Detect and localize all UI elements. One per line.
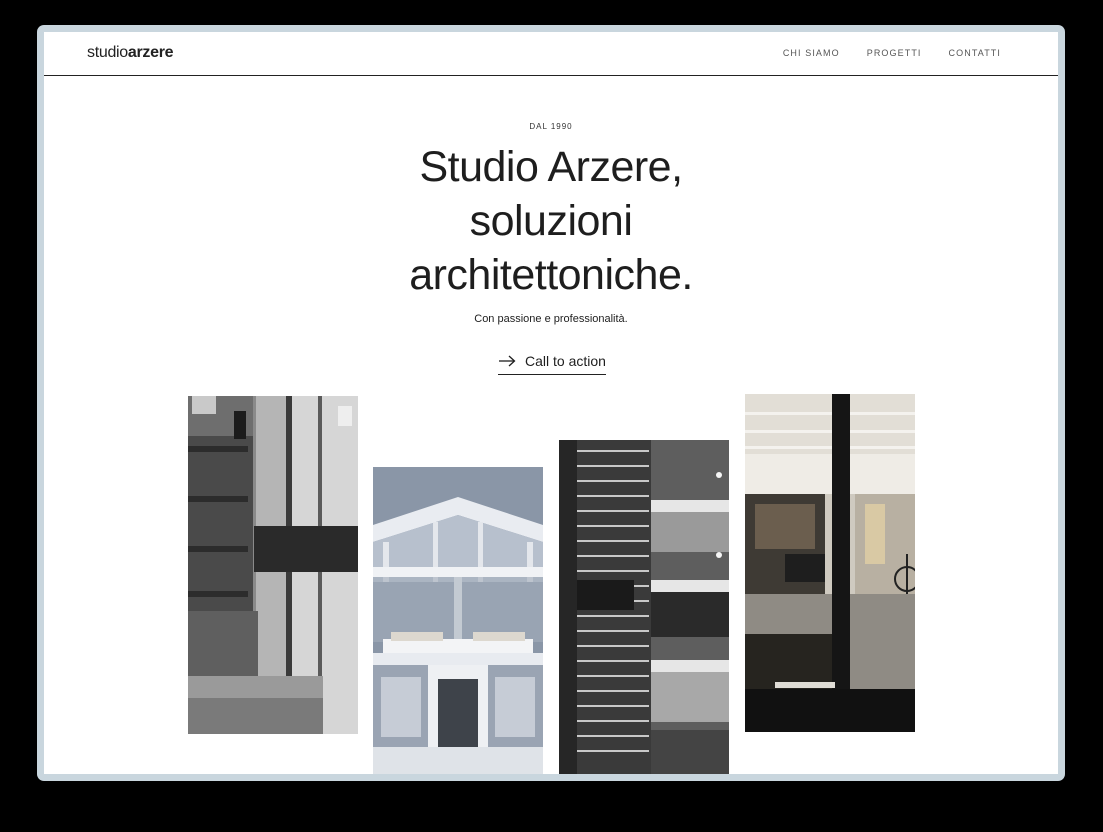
cta-link[interactable]: Call to action bbox=[498, 350, 606, 375]
headline: Studio Arzere, soluzioni architettoniche… bbox=[44, 140, 1058, 302]
arrow-right-icon bbox=[498, 355, 516, 367]
photo-interior-staircase[interactable] bbox=[188, 396, 358, 734]
browser-frame: studioarzere CHI SIAMO PROGETTI CONTATTI… bbox=[37, 25, 1065, 781]
photo-facade-louvers[interactable] bbox=[559, 440, 729, 774]
page: studioarzere CHI SIAMO PROGETTI CONTATTI… bbox=[44, 32, 1058, 774]
subtitle: Con passione e professionalità. bbox=[474, 313, 628, 325]
headline-line-1: Studio Arzere, bbox=[419, 143, 683, 191]
headline-line-3: architettoniche. bbox=[409, 251, 693, 299]
navbar: studioarzere CHI SIAMO PROGETTI CONTATTI bbox=[44, 32, 1058, 76]
nav-link-contatti[interactable]: CONTATTI bbox=[949, 48, 1001, 58]
headline-line-2: soluzioni bbox=[469, 197, 633, 245]
photo-section-render[interactable] bbox=[373, 467, 543, 774]
nav-link-progetti[interactable]: PROGETTI bbox=[867, 48, 922, 58]
eyebrow-text: DAL 1990 bbox=[529, 122, 573, 131]
logo[interactable]: studioarzere bbox=[87, 44, 174, 62]
nav-links: CHI SIAMO PROGETTI CONTATTI bbox=[783, 48, 1001, 58]
photo-open-space-bicycle[interactable] bbox=[745, 394, 915, 732]
cta-label: Call to action bbox=[525, 353, 606, 369]
logo-bold-text: arzere bbox=[127, 44, 174, 61]
nav-link-chi-siamo[interactable]: CHI SIAMO bbox=[783, 48, 840, 58]
logo-light-text: studio bbox=[87, 44, 128, 61]
